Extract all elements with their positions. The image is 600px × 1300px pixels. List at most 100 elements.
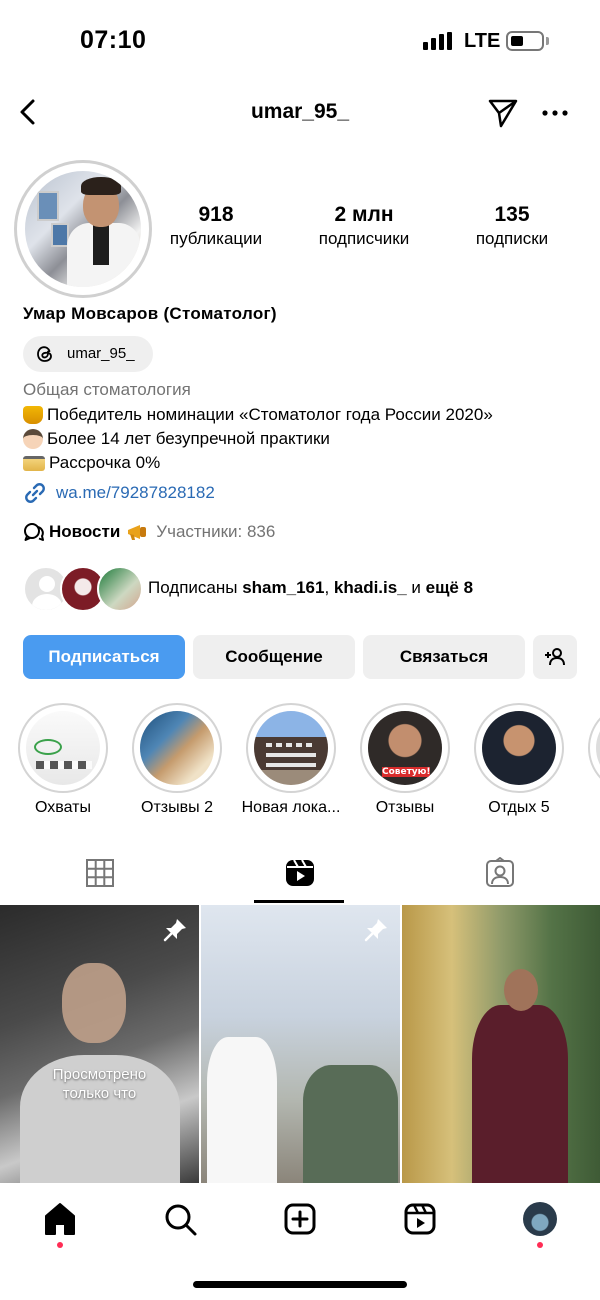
more-options-icon[interactable] bbox=[540, 98, 570, 128]
bio-line: Рассрочка 0% bbox=[23, 451, 493, 475]
threads-badge[interactable]: umar_95_ bbox=[23, 336, 153, 372]
nav-search[interactable] bbox=[160, 1199, 200, 1239]
nav-home[interactable] bbox=[40, 1199, 80, 1248]
following-count[interactable]: 135 подписки bbox=[452, 202, 572, 250]
highlight-ring bbox=[474, 703, 564, 793]
highlight-cover bbox=[596, 711, 600, 785]
stat-value: 2 млн bbox=[334, 203, 394, 226]
megaphone-emoji-icon bbox=[128, 525, 147, 540]
battery-cap bbox=[546, 37, 549, 45]
profile-bio: Победитель номинации «Стоматолог года Ро… bbox=[23, 403, 493, 475]
post-thumbnail[interactable]: Просмотрено только что bbox=[0, 905, 199, 1183]
channel-members: Участники: 836 bbox=[156, 522, 276, 541]
highlight-cover bbox=[368, 711, 442, 785]
highlight-ring bbox=[246, 703, 336, 793]
highlight-item[interactable]: К bbox=[580, 703, 600, 817]
highlight-item[interactable]: Охваты bbox=[10, 703, 116, 817]
link-icon bbox=[25, 483, 45, 503]
battery-icon bbox=[506, 31, 544, 51]
highlight-cover bbox=[140, 711, 214, 785]
doctor-emoji-icon bbox=[23, 429, 43, 449]
notification-dot bbox=[537, 1242, 543, 1248]
profile-actions: Подписаться Сообщение Связаться bbox=[23, 635, 583, 679]
profile-name: Умар Мовсаров (Стоматолог) bbox=[23, 304, 277, 323]
notification-dot bbox=[57, 1242, 63, 1248]
story-highlights: Охваты Отзывы 2 Новая лока... Отзывы Отд… bbox=[0, 703, 600, 823]
bio-line: Более 14 лет безупречной практики bbox=[23, 427, 493, 451]
highlight-label: Отзывы 2 bbox=[141, 799, 213, 816]
pin-icon bbox=[163, 919, 186, 942]
threads-handle: umar_95_ bbox=[67, 345, 135, 362]
highlight-item[interactable]: Отдых 5 bbox=[466, 703, 572, 817]
followers-count[interactable]: 2 млн подписчики bbox=[304, 202, 424, 250]
reels-icon bbox=[286, 859, 314, 886]
channel-chat-icon bbox=[24, 523, 44, 541]
post-thumbnail[interactable] bbox=[402, 905, 600, 1183]
profile-avatar-ring[interactable] bbox=[14, 160, 152, 298]
grid-icon bbox=[86, 859, 114, 887]
highlight-ring bbox=[360, 703, 450, 793]
own-avatar bbox=[523, 1202, 557, 1236]
stat-value: 135 bbox=[494, 203, 530, 226]
highlight-ring bbox=[132, 703, 222, 793]
nav-reels[interactable] bbox=[400, 1199, 440, 1239]
reels-icon bbox=[404, 1203, 436, 1235]
threads-icon bbox=[37, 346, 52, 362]
trophy-emoji-icon bbox=[23, 406, 43, 424]
contact-button[interactable]: Связаться bbox=[363, 635, 525, 679]
status-bar: 07:10 LTE bbox=[0, 0, 600, 80]
highlight-label: Отзывы bbox=[375, 799, 435, 816]
create-post-icon bbox=[284, 1203, 316, 1235]
suggested-users-button[interactable] bbox=[533, 635, 577, 679]
broadcast-channel[interactable]: Новости Участники: 836 bbox=[23, 519, 275, 545]
nav-create[interactable] bbox=[280, 1199, 320, 1239]
tab-tagged[interactable] bbox=[400, 845, 600, 903]
tab-reels[interactable] bbox=[200, 845, 400, 903]
message-button[interactable]: Сообщение bbox=[193, 635, 355, 679]
highlight-ring bbox=[588, 703, 600, 793]
highlight-label: Охваты bbox=[35, 799, 91, 816]
bottom-navigation bbox=[0, 1183, 600, 1300]
network-type: LTE bbox=[464, 30, 501, 52]
highlight-label: К bbox=[580, 799, 600, 817]
signal-icon bbox=[423, 32, 455, 50]
highlight-cover bbox=[482, 711, 556, 785]
highlight-cover bbox=[26, 711, 100, 785]
stat-label: публикации bbox=[169, 229, 263, 248]
posts-count[interactable]: 918 публикации bbox=[156, 202, 276, 250]
home-icon bbox=[45, 1203, 75, 1235]
add-user-icon bbox=[545, 648, 565, 666]
viewed-overlay: Просмотрено только что bbox=[0, 1065, 199, 1103]
profile-link[interactable]: wa.me/79287828182 bbox=[23, 480, 215, 506]
follow-button[interactable]: Подписаться bbox=[23, 635, 185, 679]
bio-line: Победитель номинации «Стоматолог года Ро… bbox=[23, 403, 493, 427]
status-time: 07:10 bbox=[80, 26, 147, 54]
mutual-followers-text: Подписаны sham_161, khadi.is_ и ещё 8 bbox=[148, 578, 474, 597]
home-indicator bbox=[193, 1281, 407, 1288]
profile-stats: 918 публикации 2 млн подписчики 135 подп… bbox=[156, 202, 596, 252]
search-icon bbox=[165, 1204, 197, 1236]
profile-header: umar_95_ bbox=[0, 88, 600, 138]
profile-content-tabs bbox=[0, 845, 600, 903]
bio-text: Победитель номинации «Стоматолог года Ро… bbox=[47, 405, 493, 424]
tab-grid[interactable] bbox=[0, 845, 200, 903]
profile-avatar bbox=[25, 171, 141, 287]
post-thumbnail[interactable] bbox=[201, 905, 400, 1183]
highlight-item[interactable]: Отзывы bbox=[352, 703, 458, 817]
link-text: wa.me/79287828182 bbox=[56, 483, 215, 502]
pin-icon bbox=[364, 919, 387, 942]
highlight-item[interactable]: Новая лока... bbox=[238, 703, 344, 817]
highlight-label: Отдых 5 bbox=[488, 799, 550, 816]
tagged-user-icon bbox=[486, 857, 514, 887]
viewed-line2: только что bbox=[62, 1085, 137, 1102]
highlight-cover bbox=[254, 711, 328, 785]
stat-value: 918 bbox=[198, 203, 234, 226]
posts-grid: Просмотрено только что bbox=[0, 905, 600, 1183]
mutual-followers[interactable]: Подписаны sham_161, khadi.is_ и ещё 8 bbox=[23, 566, 583, 612]
follower-avatar bbox=[97, 566, 143, 612]
highlight-ring bbox=[18, 703, 108, 793]
stat-label: подписки bbox=[475, 229, 549, 248]
send-icon[interactable] bbox=[486, 96, 520, 130]
nav-profile[interactable] bbox=[520, 1199, 560, 1248]
highlight-item[interactable]: Отзывы 2 bbox=[124, 703, 230, 817]
